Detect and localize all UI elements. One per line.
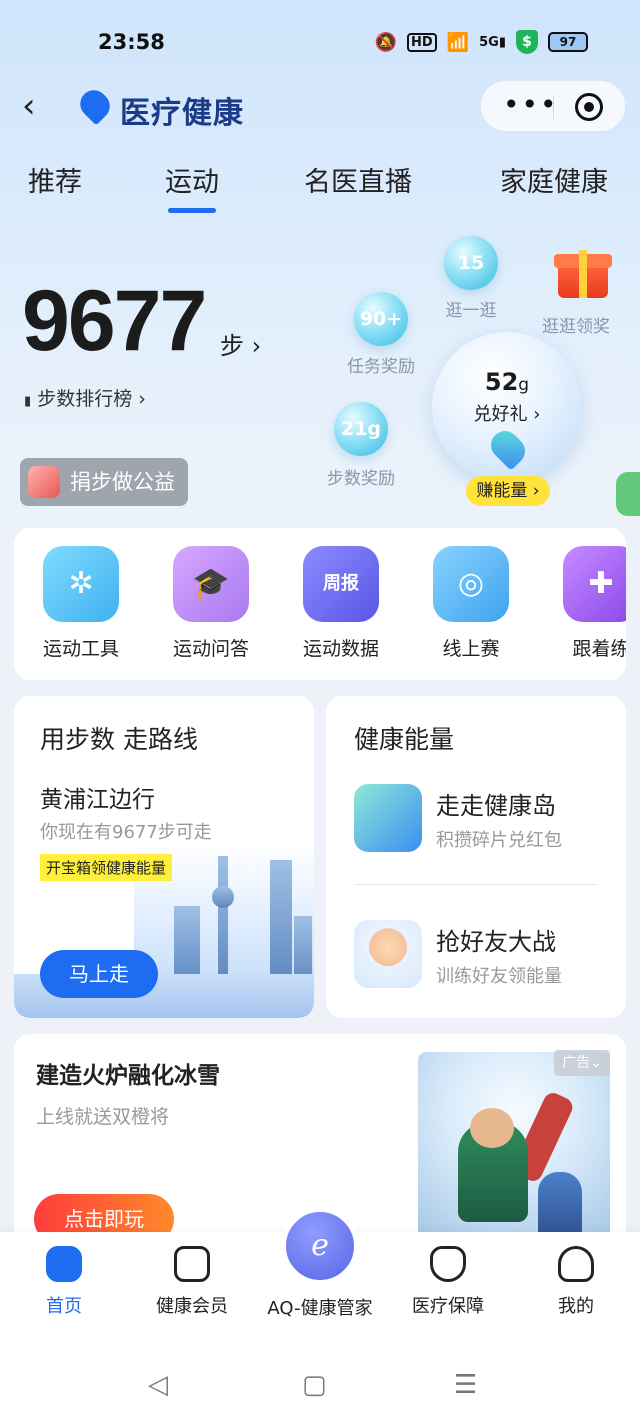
- member-icon: [174, 1246, 210, 1282]
- nav-medical-insurance[interactable]: 医疗保障: [384, 1242, 512, 1318]
- category-tabs: 推荐 运动 名医直播 家庭健康: [0, 160, 640, 213]
- mini-program-capsule: •••: [480, 80, 626, 132]
- peach-icon: [28, 466, 60, 498]
- battery-icon: 97: [548, 32, 588, 52]
- back-icon[interactable]: ‹: [22, 88, 52, 124]
- sports-tools-card: ✲ 运动工具 🎓 运动问答 周报 运动数据 ◎ 线上赛 ✚ 跟着练: [14, 528, 626, 680]
- security-shield-icon: $: [516, 30, 538, 54]
- nav-aq-assistant[interactable]: AQ-健康管家: [262, 1294, 378, 1320]
- health-energy-card: 健康能量 走走健康岛 积攒碎片兑红包 抢好友大战 训练好友领能量: [326, 696, 626, 1018]
- tab-family-health[interactable]: 家庭健康: [500, 160, 608, 199]
- profile-icon: [558, 1246, 594, 1282]
- tool-item-follow-training[interactable]: ✚ 跟着练: [546, 546, 626, 661]
- tab-sports[interactable]: 运动: [165, 160, 219, 213]
- close-target-icon[interactable]: [575, 93, 603, 121]
- weekly-report-icon: 周报: [303, 546, 379, 622]
- tab-doctor-live[interactable]: 名医直播: [304, 160, 412, 199]
- tool-item-sports-qa[interactable]: 🎓 运动问答: [156, 546, 266, 661]
- aq-assistant-icon[interactable]: ℯ: [282, 1208, 358, 1284]
- energy-heart-icon: [485, 425, 531, 471]
- bottom-navigation: 首页 健康会员 ℯ AQ-健康管家 医疗保障 我的: [0, 1208, 640, 1342]
- energy-item-health-island[interactable]: 走走健康岛 积攒碎片兑红包: [354, 784, 614, 864]
- stroll-reward-bubble[interactable]: 15: [444, 236, 498, 290]
- exchange-gift-link[interactable]: 兑好礼 ›: [432, 400, 582, 426]
- earn-energy-button[interactable]: 赚能量 ›: [466, 476, 550, 506]
- status-icons: 🔕 HD 📶 5G▮ $ 97: [375, 30, 588, 54]
- energy-card-title: 健康能量: [354, 725, 455, 754]
- gift-label: 逛逛领奖: [542, 317, 610, 337]
- donate-steps-button[interactable]: 捐步做公益: [20, 458, 188, 506]
- nav-profile[interactable]: 我的: [512, 1242, 640, 1318]
- side-chat-tab[interactable]: [616, 472, 640, 516]
- step-reward-label: 步数奖励: [327, 469, 395, 489]
- island-icon: [354, 784, 422, 852]
- ad-game-illustration: [418, 1052, 610, 1252]
- tool-item-sports-tools[interactable]: ✲ 运动工具: [26, 546, 136, 661]
- go-now-button[interactable]: 马上走: [40, 950, 158, 998]
- energy-item-friend-battle[interactable]: 抢好友大战 训练好友领能量: [354, 920, 614, 1000]
- system-menu-icon[interactable]: ☰: [454, 1370, 477, 1400]
- route-place: 黄浦江边行: [40, 787, 155, 813]
- step-reward-bubble[interactable]: 21g: [334, 402, 388, 456]
- gift-box-icon[interactable]: [554, 244, 612, 298]
- treasure-box-tag: 开宝箱领健康能量: [40, 854, 173, 881]
- energy-amount: 52g: [484, 368, 530, 396]
- app-logo-icon: [74, 84, 116, 126]
- tab-recommend[interactable]: 推荐: [28, 160, 82, 199]
- home-icon: [46, 1246, 82, 1282]
- step-count[interactable]: 9677: [22, 272, 207, 371]
- mute-icon: 🔕: [374, 31, 398, 53]
- more-options-icon[interactable]: •••: [503, 91, 559, 119]
- graduation-cap-icon: 🎓: [173, 546, 249, 622]
- app-title: 医疗健康: [120, 96, 244, 131]
- system-back-icon[interactable]: ◁: [148, 1370, 168, 1400]
- ad-title: 建造火炉融化冰雪: [36, 1063, 220, 1089]
- exercise-person-icon: ✚: [563, 546, 626, 622]
- system-navigation-bar: ◁ ▢ ☰: [0, 1342, 640, 1422]
- tool-item-online-race[interactable]: ◎ 线上赛: [416, 546, 526, 661]
- system-home-icon[interactable]: ▢: [302, 1370, 327, 1400]
- medical-plus-icon: [430, 1246, 466, 1282]
- nav-home[interactable]: 首页: [0, 1242, 128, 1318]
- status-time: 23:58: [98, 30, 165, 54]
- boy-avatar-icon: [354, 920, 422, 988]
- ad-badge[interactable]: 广告⌄: [554, 1050, 610, 1076]
- task-reward-bubble[interactable]: 90+: [354, 292, 408, 346]
- energy-bubble[interactable]: 52g 兑好礼 ›: [432, 332, 582, 482]
- ad-subtitle: 上线就送双橙将: [36, 1106, 170, 1128]
- route-subtitle: 你现在有9677步可走: [40, 822, 212, 843]
- bar-chart-icon: ▮: [24, 394, 32, 409]
- signal-icon: 5G▮: [479, 34, 506, 50]
- task-reward-label: 任务奖励: [347, 357, 415, 377]
- step-ranking-link[interactable]: ▮ 步数排行榜 ›: [24, 384, 146, 411]
- tool-item-sports-data[interactable]: 周报 运动数据: [286, 546, 396, 661]
- step-unit[interactable]: 步 ›: [220, 326, 261, 361]
- wifi-icon: 📶: [446, 31, 470, 53]
- status-bar: 23:58 🔕 HD 📶 5G▮ $ 97: [0, 28, 640, 60]
- nav-health-member[interactable]: 健康会员: [128, 1242, 256, 1318]
- hd-icon: HD: [407, 32, 437, 52]
- route-card-title: 用步数 走路线: [40, 725, 198, 754]
- stroll-label: 逛一逛: [445, 301, 497, 321]
- medal-icon: ◎: [433, 546, 509, 622]
- running-person-icon: ✲: [43, 546, 119, 622]
- walk-route-card[interactable]: 用步数 走路线 黄浦江边行 你现在有9677步可走 开宝箱领健康能量 马上走: [14, 696, 314, 1018]
